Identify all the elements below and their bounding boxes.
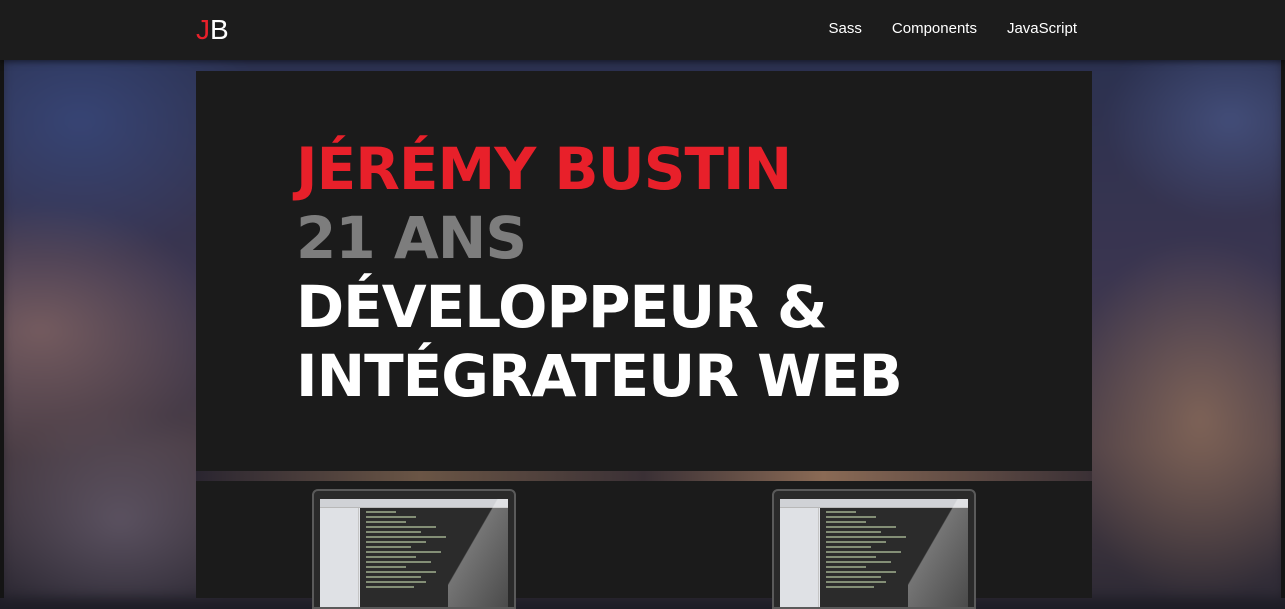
page-edge-right [1281,0,1285,598]
hero-age: 21 ans [296,204,527,272]
logo[interactable]: JB [196,14,229,46]
background-strip [196,471,1092,481]
projects-section [196,481,1092,609]
logo-letter-b: B [210,14,229,45]
laptop-screen [320,499,508,607]
logo-letter-j: J [196,14,210,45]
nav-link-components[interactable]: Components [892,19,977,39]
hero-role-line2: Intégrateur web [296,342,903,410]
laptop-screen [780,499,968,607]
hero-heading: Jérémy Bustin 21 ans Développeur & Intég… [296,135,903,411]
project-laptop-image[interactable] [312,489,516,609]
nav-link-sass[interactable]: Sass [829,19,862,39]
main-nav: Sass Components JavaScript [829,19,1077,39]
hero-name: Jérémy Bustin [296,135,792,203]
project-laptop-image[interactable] [772,489,976,609]
navbar: JB Sass Components JavaScript [0,0,1285,60]
hero-panel: Jérémy Bustin 21 ans Développeur & Intég… [196,71,1092,471]
nav-link-javascript[interactable]: JavaScript [1007,19,1077,39]
hero-role-line1: Développeur & [296,273,828,341]
page-edge-left [0,0,4,598]
